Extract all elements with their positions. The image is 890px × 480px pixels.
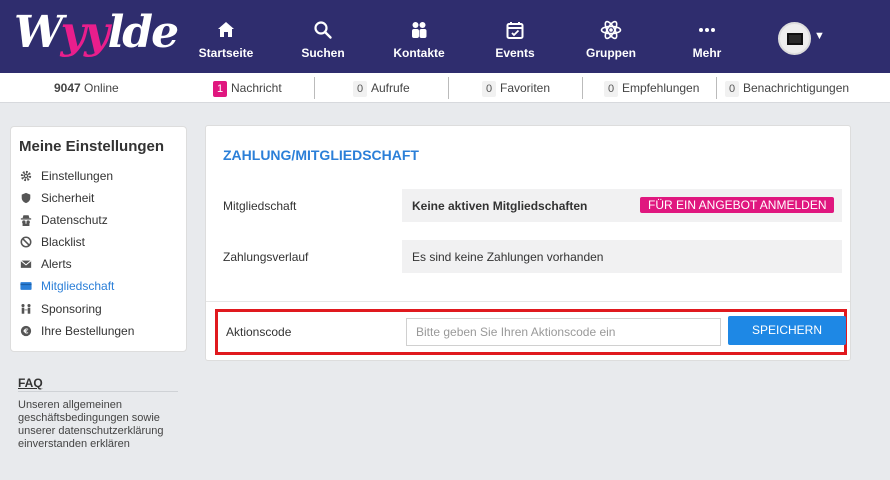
- logo-text-part2: yy: [60, 7, 109, 58]
- sidebar-item-datenschutz[interactable]: Datenschutz: [19, 211, 184, 229]
- logo-text-part3: lde: [107, 7, 179, 58]
- card-icon: [20, 282, 32, 290]
- nav-label: Mehr: [692, 46, 722, 60]
- sidebar-item-sponsoring[interactable]: Sponsoring: [19, 300, 184, 318]
- sidebar-item-label: Sponsoring: [41, 302, 102, 316]
- people-icon: [21, 304, 31, 314]
- sidebar-item-label: Mitgliedschaft: [41, 279, 115, 293]
- payment-history-value: Es sind keine Zahlungen vorhanden: [412, 250, 604, 264]
- stats-bar: 9047 Online 1 Nachricht 0 Aufrufe 0 Favorit…: [0, 73, 890, 103]
- stat-label: Empfehlungen: [622, 81, 700, 95]
- euro-icon: €: [20, 325, 32, 337]
- nav-label: Gruppen: [586, 46, 636, 60]
- contacts-icon: [412, 22, 427, 38]
- spy-icon: [20, 215, 32, 226]
- stat-divider: [314, 77, 315, 99]
- stat-aufrufe[interactable]: 0 Aufrufe: [353, 73, 410, 103]
- stat-divider: [582, 77, 583, 99]
- sidebar-item-label: Sicherheit: [41, 191, 95, 205]
- wyylde-logo[interactable]: Wyylde: [14, 7, 179, 58]
- top-navigation-bar: Wyylde Startseite Suchen Kontakte Events…: [0, 0, 890, 73]
- membership-value: Keine aktiven Mitgliedschaften: [412, 199, 588, 213]
- sidebar-item-label: Alerts: [41, 257, 72, 271]
- sidebar-item-ihre-bestellungen[interactable]: € Ihre Bestellungen: [19, 322, 184, 340]
- logo-text-part1: W: [14, 7, 62, 58]
- more-icon: [699, 28, 715, 32]
- sidebar-item-alerts[interactable]: Alerts: [19, 255, 184, 273]
- sidebar-item-label: Blacklist: [41, 235, 86, 249]
- faq-link[interactable]: FAQ: [18, 376, 43, 390]
- sidebar-item-mitgliedschaft[interactable]: Mitgliedschaft: [19, 277, 184, 295]
- sidebar-item-label: Datenschutz: [41, 213, 108, 227]
- nav-label: Events: [495, 46, 535, 60]
- sidebar-item-blacklist[interactable]: Blacklist: [19, 233, 184, 251]
- message-count-badge: 1: [213, 81, 227, 97]
- ban-icon: [20, 236, 32, 248]
- stat-label: Aufrufe: [371, 81, 410, 95]
- sidebar-item-einstellungen[interactable]: Einstellungen: [19, 167, 184, 185]
- payment-membership-card: ZAHLUNG/MITGLIEDSCHAFT Mitgliedschaft Ke…: [205, 125, 851, 361]
- stat-nachricht[interactable]: 1 Nachricht: [213, 73, 282, 103]
- payment-history-label: Zahlungsverlauf: [223, 250, 309, 264]
- notifications-count-badge: 0: [725, 81, 739, 97]
- favorites-count-badge: 0: [482, 81, 496, 97]
- faq-text: Unseren allgemeinen geschäftsbedingungen…: [18, 399, 164, 450]
- svg-text:€: €: [22, 327, 28, 336]
- user-avatar[interactable]: [778, 22, 811, 55]
- faq-divider: [18, 391, 178, 392]
- gear-icon: [20, 170, 32, 182]
- settings-sidebar: Meine Einstellungen Einstellungen Sicher…: [10, 126, 187, 352]
- membership-field: Keine aktiven Mitgliedschaften FÜR EIN A…: [402, 189, 842, 222]
- atom-icon: [600, 20, 622, 40]
- promo-code-label: Aktionscode: [226, 325, 292, 339]
- calendar-icon: [506, 22, 524, 39]
- nav-label: Suchen: [301, 46, 345, 60]
- stat-favoriten[interactable]: 0 Favoriten: [482, 73, 550, 103]
- stat-label: Benachrichtigungen: [743, 81, 850, 95]
- sidebar-item-sicherheit[interactable]: Sicherheit: [19, 189, 184, 207]
- payment-history-field: Es sind keine Zahlungen vorhanden: [402, 240, 842, 273]
- views-count-badge: 0: [353, 81, 367, 97]
- sidebar-title: Meine Einstellungen: [19, 138, 165, 155]
- promo-code-section: Aktionscode SPEICHERN: [215, 309, 847, 355]
- stat-label: Favoriten: [500, 81, 551, 95]
- shield-icon: [21, 192, 31, 204]
- nav-kontakte[interactable]: Kontakte: [374, 18, 464, 60]
- stat-benachrichtigungen[interactable]: 0 Benachrichtigungen: [725, 73, 849, 103]
- save-button[interactable]: SPEICHERN: [728, 316, 846, 345]
- home-icon: [218, 22, 234, 37]
- promo-code-input[interactable]: [406, 318, 721, 346]
- sidebar-item-label: Ihre Bestellungen: [41, 324, 135, 338]
- sidebar-item-label: Einstellungen: [41, 169, 114, 183]
- online-label: Online: [84, 81, 119, 95]
- nav-label: Kontakte: [393, 46, 445, 60]
- recommendations-count-badge: 0: [604, 81, 618, 97]
- nav-suchen[interactable]: Suchen: [278, 18, 368, 60]
- nav-mehr[interactable]: Mehr: [662, 18, 752, 60]
- stat-label: Nachricht: [231, 81, 282, 95]
- stat-empfehlungen[interactable]: 0 Empfehlungen: [604, 73, 699, 103]
- online-counter: 9047 Online: [54, 73, 119, 103]
- search-icon: [314, 21, 332, 39]
- online-count: 9047: [54, 81, 81, 95]
- section-divider: [206, 301, 850, 302]
- envelope-icon: [20, 260, 32, 268]
- chevron-down-icon[interactable]: ▼: [814, 30, 825, 42]
- page-title: ZAHLUNG/MITGLIEDSCHAFT: [223, 147, 419, 163]
- stat-divider: [448, 77, 449, 99]
- nav-startseite[interactable]: Startseite: [181, 18, 271, 60]
- nav-label: Startseite: [198, 46, 254, 60]
- nav-events[interactable]: Events: [470, 18, 560, 60]
- avatar-image: [787, 33, 803, 45]
- subscribe-offer-button[interactable]: FÜR EIN ANGEBOT ANMELDEN: [640, 197, 835, 213]
- stat-divider: [716, 77, 717, 99]
- nav-gruppen[interactable]: Gruppen: [566, 18, 656, 60]
- membership-label: Mitgliedschaft: [223, 199, 297, 213]
